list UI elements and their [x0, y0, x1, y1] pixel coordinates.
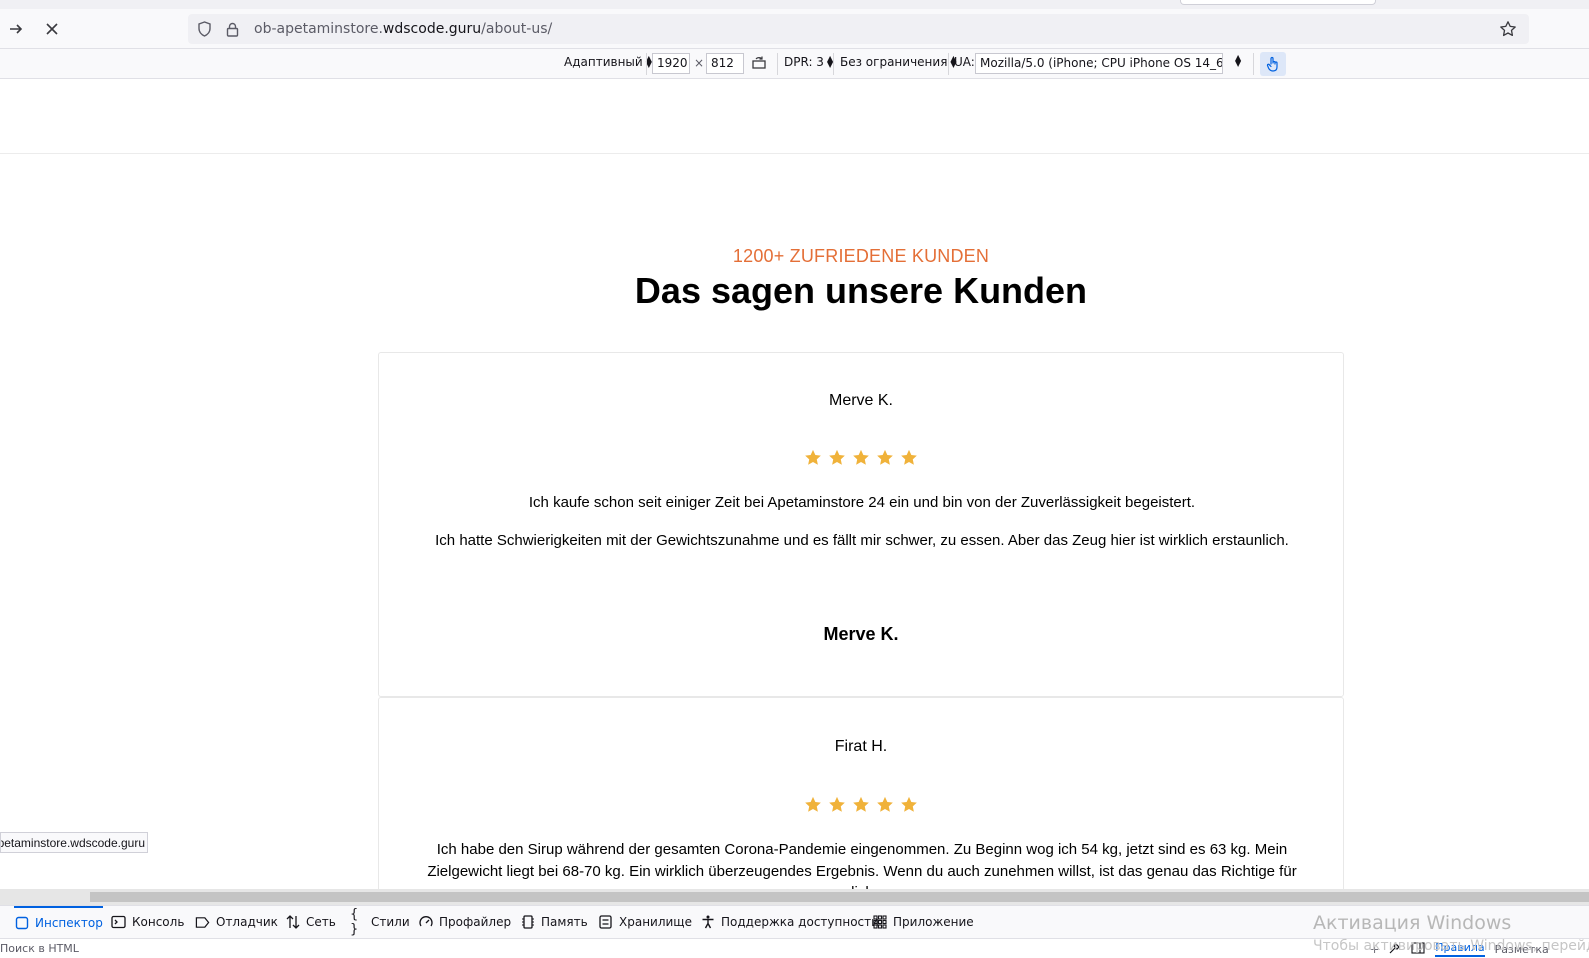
url-path: /about-us/ [481, 21, 553, 37]
review-card: Firat H. Ich habe den Sirup während der … [378, 697, 1344, 889]
tab-label: Стили [371, 915, 410, 929]
memory-icon [520, 915, 535, 930]
dimension-separator: × [694, 56, 705, 70]
tab-profiler[interactable]: Профайлер [418, 906, 511, 938]
html-search-input[interactable]: Поиск в HTML [0, 942, 79, 955]
touch-simulation-icon[interactable] [1260, 52, 1286, 76]
star-rating [379, 796, 1343, 814]
responsive-design-toolbar: Адаптивный ▲ ▼ 1920 × 812 DPR: 3 ▲ ▼ Без огр… [0, 49, 1589, 79]
address-bar[interactable]: ob-apetaminstore.wdscode.guru/about-us/ [188, 14, 1529, 44]
tab-label: Память [541, 915, 588, 929]
star-icon [853, 449, 869, 465]
forward-icon[interactable] [4, 17, 28, 41]
status-url-text: apetaminstore.wdscode.guru [0, 836, 145, 850]
dpr-select[interactable]: DPR: 3 ▲ ▼ [784, 55, 833, 70]
console-icon [111, 915, 126, 930]
windows-activation-subtitle: Чтобы активировать Windows, перейдите [1313, 938, 1589, 954]
tab-label: Инспектор [35, 916, 103, 930]
star-icon [901, 449, 917, 465]
navigation-toolbar: ob-apetaminstore.wdscode.guru/about-us/ [0, 9, 1589, 49]
device-select[interactable]: Адаптивный ▲ ▼ [564, 55, 652, 70]
url-text[interactable]: ob-apetaminstore.wdscode.guru/about-us/ [254, 21, 552, 37]
network-icon [285, 915, 300, 930]
star-icon [829, 449, 845, 465]
tab-network[interactable]: Сеть [285, 906, 336, 938]
tab-console[interactable]: Консоль [111, 906, 184, 938]
reviewer-name: Firat H. [834, 738, 888, 755]
tab-storage[interactable]: Хранилище [598, 906, 692, 938]
url-prefix: ob-apetaminstore. [254, 21, 383, 37]
select-arrows-icon: ▲ ▼ [1235, 53, 1242, 68]
divider [777, 53, 778, 75]
star-icon [805, 796, 821, 812]
star-icon [829, 796, 845, 812]
divider [948, 53, 949, 75]
device-select-label: Адаптивный [564, 55, 643, 69]
ua-label: UA: [954, 55, 975, 69]
tab-label: Поддержка доступности [721, 915, 879, 929]
tab-label: Консоль [132, 915, 185, 929]
tab-debugger[interactable]: Отладчик [195, 906, 278, 938]
tab-label: Приложение [893, 915, 974, 929]
tab-application[interactable]: Приложение [872, 906, 974, 938]
star-icon [877, 796, 893, 812]
page-viewport: 1200+ ZUFRIEDENE KUNDEN Das sagen unsere… [0, 79, 1589, 889]
tab-accessibility[interactable]: Поддержка доступности [700, 906, 879, 938]
profiler-icon [418, 915, 433, 930]
review-text: Ich kaufe schon seit einiger Zeit bei Ap… [528, 494, 1196, 511]
reviewer-name: Merve K. [828, 392, 893, 409]
tab-peek[interactable] [1180, 0, 1376, 5]
application-icon [872, 915, 887, 930]
dpr-label: DPR: 3 [784, 55, 824, 69]
user-agent-input[interactable]: Mozilla/5.0 (iPhone; CPU iPhone OS 14_6 … [975, 53, 1223, 74]
storage-icon [598, 915, 613, 930]
viewport-height-input[interactable]: 812 [706, 53, 744, 74]
debugger-icon [195, 915, 210, 930]
tab-label: Сеть [306, 915, 336, 929]
inspector-icon [14, 916, 29, 931]
windows-activation-title: Активация Windows [1313, 912, 1512, 934]
url-domain: wdscode.guru [382, 21, 482, 37]
divider [646, 53, 647, 75]
rotate-icon[interactable] [751, 54, 767, 70]
style-editor-icon: { } [350, 907, 359, 937]
throttle-label: Без ограничения [840, 55, 948, 69]
review-author: Merve K. [823, 624, 899, 644]
star-icon [805, 449, 821, 465]
review-card: Merve K. Ich kaufe schon seit einiger Ze… [378, 352, 1344, 697]
throttle-select[interactable]: Без ограничения ▲ ▼ [840, 55, 957, 70]
stop-icon[interactable] [40, 17, 64, 41]
scrollbar-thumb[interactable] [90, 892, 1589, 902]
site-header [0, 79, 1589, 154]
shield-icon[interactable] [196, 21, 212, 37]
divider [1253, 53, 1254, 75]
review-text: Ich habe den Sirup während der gesamten … [427, 841, 1297, 889]
viewport-width-input[interactable]: 1920 [652, 53, 690, 74]
tab-label: Профайлер [439, 915, 512, 929]
bookmark-star-icon[interactable] [1499, 20, 1517, 43]
star-icon [901, 796, 917, 812]
tab-memory[interactable]: Память [520, 906, 588, 938]
divider [833, 53, 834, 75]
lock-icon[interactable] [224, 21, 240, 37]
section-heading: Das sagen unsere Kunden [634, 270, 1088, 311]
review-text: Ich hatte Schwierigkeiten mit der Gewich… [435, 532, 1289, 549]
ua-select-arrows[interactable]: ▲ ▼ [1232, 53, 1242, 68]
section-kicker: 1200+ ZUFRIEDENE KUNDEN [732, 246, 990, 266]
star-icon [877, 449, 893, 465]
accessibility-icon [700, 915, 715, 930]
link-status-tooltip: apetaminstore.wdscode.guru [0, 832, 148, 853]
tab-label: Хранилище [619, 915, 692, 929]
star-rating [379, 449, 1343, 467]
tab-style-editor[interactable]: { } Стили [350, 906, 410, 938]
tab-inspector[interactable]: Инспектор [14, 906, 103, 938]
star-icon [853, 796, 869, 812]
tab-label: Отладчик [216, 915, 278, 929]
